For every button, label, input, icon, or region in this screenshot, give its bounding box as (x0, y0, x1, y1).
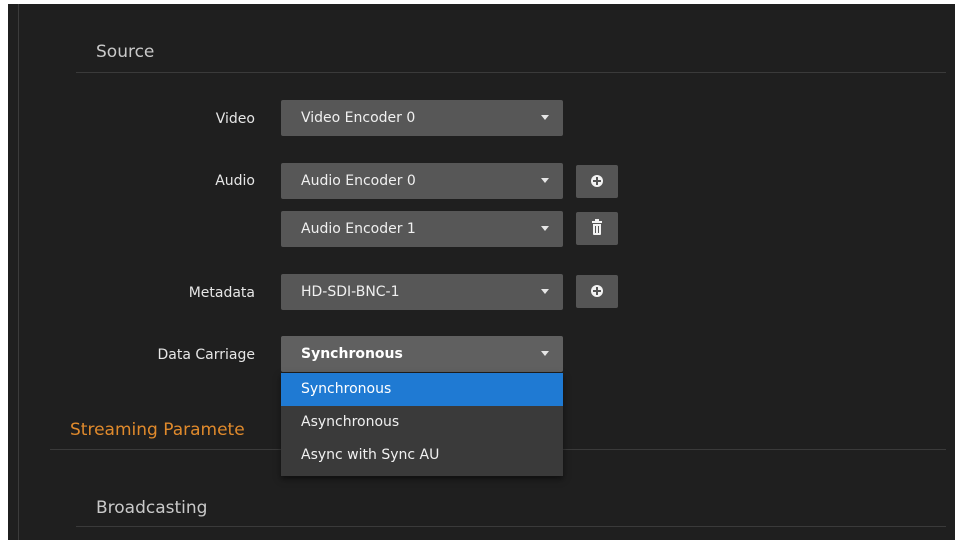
section-title-source: Source (96, 42, 155, 62)
data-carriage-label: Data Carriage (157, 347, 255, 363)
settings-panel: Source Video Video Encoder 0 Audio Audio… (8, 4, 955, 540)
caret-down-icon (541, 178, 549, 183)
data-carriage-select[interactable]: Synchronous (281, 336, 563, 372)
video-label: Video (215, 111, 255, 127)
dropdown-option-asynchronous[interactable]: Asynchronous (281, 406, 563, 439)
metadata-select[interactable]: HD-SDI-BNC-1 (281, 274, 563, 310)
caret-down-icon (541, 115, 549, 120)
section-title-streaming-parameters: Streaming Paramete (70, 420, 245, 440)
video-select[interactable]: Video Encoder 0 (281, 100, 563, 136)
section-divider-source (76, 72, 946, 73)
caret-down-icon (541, 226, 549, 231)
section-title-broadcasting: Broadcasting (96, 498, 208, 518)
audio-select-0-value: Audio Encoder 0 (301, 173, 416, 189)
plus-circle-icon (591, 175, 603, 187)
section-divider-broadcasting (76, 526, 946, 527)
add-audio-button[interactable] (576, 165, 618, 198)
trash-icon (592, 219, 602, 235)
audio-select-0[interactable]: Audio Encoder 0 (281, 163, 563, 199)
metadata-label: Metadata (188, 285, 255, 301)
dropdown-option-synchronous[interactable]: Synchronous (281, 373, 563, 406)
delete-audio-button[interactable] (576, 212, 618, 245)
video-select-value: Video Encoder 0 (301, 110, 416, 126)
caret-down-icon (541, 289, 549, 294)
audio-select-1[interactable]: Audio Encoder 1 (281, 211, 563, 247)
dropdown-option-async-with-sync-au[interactable]: Async with Sync AU (281, 439, 563, 472)
audio-select-1-value: Audio Encoder 1 (301, 221, 416, 237)
caret-down-icon (541, 351, 549, 356)
left-rail-divider (18, 4, 19, 540)
metadata-select-value: HD-SDI-BNC-1 (301, 284, 400, 300)
add-metadata-button[interactable] (576, 275, 618, 308)
plus-circle-icon (591, 285, 603, 297)
data-carriage-dropdown-menu: Synchronous Asynchronous Async with Sync… (281, 373, 563, 476)
data-carriage-select-value: Synchronous (301, 346, 403, 362)
audio-label: Audio (215, 173, 255, 189)
